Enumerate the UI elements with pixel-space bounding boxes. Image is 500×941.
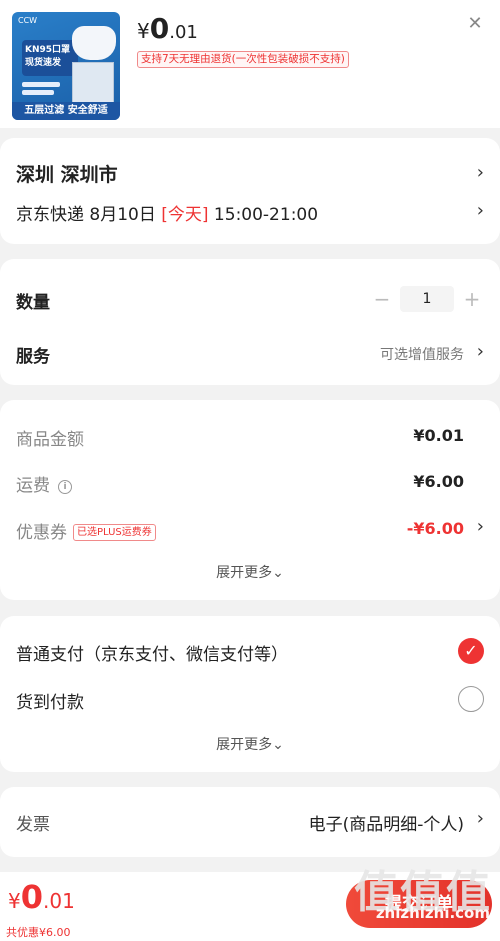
expand-more-button[interactable]: 展开更多⌄ xyxy=(0,562,500,582)
chevron-right-icon: › xyxy=(476,808,484,829)
quantity-label: 数量 xyxy=(16,293,50,313)
online-payment-radio[interactable]: ✓ xyxy=(458,638,484,664)
coupon-label[interactable]: 优惠券 已选PLUS运费券 xyxy=(16,518,156,543)
badge-line2: 现货速发 xyxy=(25,58,62,68)
service-label: 服务 xyxy=(16,347,50,367)
expand-more-payment-button[interactable]: 展开更多⌄ xyxy=(0,734,500,754)
product-header: CCW KN95口罩 现货速发 五层过滤 安全舒适 ¥0.01 支持7天无理由退… xyxy=(0,0,500,128)
refund-policy-tag: 支持7天无理由退货(一次性包装破损不支持) xyxy=(137,51,349,68)
product-banner: 五层过滤 安全舒适 xyxy=(12,102,120,120)
chevron-right-icon: › xyxy=(476,341,484,362)
cod-payment-label[interactable]: 货到付款 xyxy=(16,688,84,713)
price-integer: 0 xyxy=(149,12,170,45)
delivery-time: 15:00-21:00 xyxy=(208,205,319,225)
shipping-label-text: 运费 xyxy=(16,476,50,496)
service-hint[interactable]: 可选增值服务 xyxy=(380,344,464,364)
total-decimal: .01 xyxy=(43,889,75,913)
shipping-label: 运费 i xyxy=(16,471,72,496)
total-currency: ¥ xyxy=(8,889,21,913)
quantity-stepper[interactable]: − 1 + xyxy=(370,286,484,312)
goods-amount-value: ¥0.01 xyxy=(413,426,464,445)
total-price: ¥0.01 xyxy=(8,878,75,916)
chevron-right-icon: › xyxy=(476,162,484,183)
goods-amount-label: 商品金额 xyxy=(16,430,84,450)
watermark: 值值值 zhizhizhi.com xyxy=(354,856,492,922)
invoice-card[interactable]: 发票 电子(商品明细-个人) › xyxy=(0,787,500,857)
info-icon[interactable]: i xyxy=(58,480,72,494)
invoice-label: 发票 xyxy=(16,815,50,835)
plus-coupon-tag: 已选PLUS运费券 xyxy=(73,524,156,541)
product-thumbnail[interactable]: CCW KN95口罩 现货速发 五层过滤 安全舒适 xyxy=(12,12,120,120)
minus-button[interactable]: − xyxy=(370,287,394,311)
delivery-info[interactable]: 京东快递 8月10日 [今天] 15:00-21:00 xyxy=(16,200,318,225)
chevron-right-icon: › xyxy=(476,200,484,221)
watermark-url: zhizhizhi.com xyxy=(375,904,490,922)
coupon-value[interactable]: -¥6.00 xyxy=(407,519,464,538)
total-integer: 0 xyxy=(20,878,43,916)
address-card[interactable]: 深圳 深圳市 › 京东快递 8月10日 [今天] 15:00-21:00 › xyxy=(0,138,500,244)
payment-card: 普通支付（京东支付、微信支付等） ✓ 货到付款 展开更多⌄ xyxy=(0,616,500,772)
coupon-label-text: 优惠券 xyxy=(16,523,67,543)
product-price: ¥0.01 xyxy=(137,12,198,45)
invoice-value: 电子(商品明细-个人) xyxy=(308,815,464,835)
mask-image xyxy=(72,26,116,60)
plus-button[interactable]: + xyxy=(460,287,484,311)
package-image xyxy=(72,62,114,104)
price-currency: ¥ xyxy=(137,19,150,43)
chevron-right-icon: › xyxy=(476,516,484,537)
address-text: 深圳 深圳市 xyxy=(16,164,118,186)
costs-card: 商品金额 ¥0.01 运费 i ¥6.00 优惠券 已选PLUS运费券 -¥6.00… xyxy=(0,400,500,600)
price-decimal: .01 xyxy=(169,22,198,43)
close-icon[interactable]: ✕ xyxy=(465,14,485,34)
brand-logo: CCW xyxy=(18,16,38,25)
shipping-value: ¥6.00 xyxy=(413,472,464,491)
cod-payment-radio[interactable] xyxy=(458,686,484,712)
badge-line1: KN95口罩 xyxy=(25,45,71,55)
delivery-today: [今天] xyxy=(161,205,209,225)
product-badge: KN95口罩 现货速发 xyxy=(22,40,78,76)
quantity-value[interactable]: 1 xyxy=(400,286,454,312)
delivery-date: 京东快递 8月10日 xyxy=(16,205,162,225)
quantity-service-card: 数量 − 1 + 服务 可选增值服务 › xyxy=(0,259,500,385)
online-payment-label[interactable]: 普通支付（京东支付、微信支付等） xyxy=(16,640,288,665)
total-discount: 共优惠¥6.00 xyxy=(6,926,71,939)
